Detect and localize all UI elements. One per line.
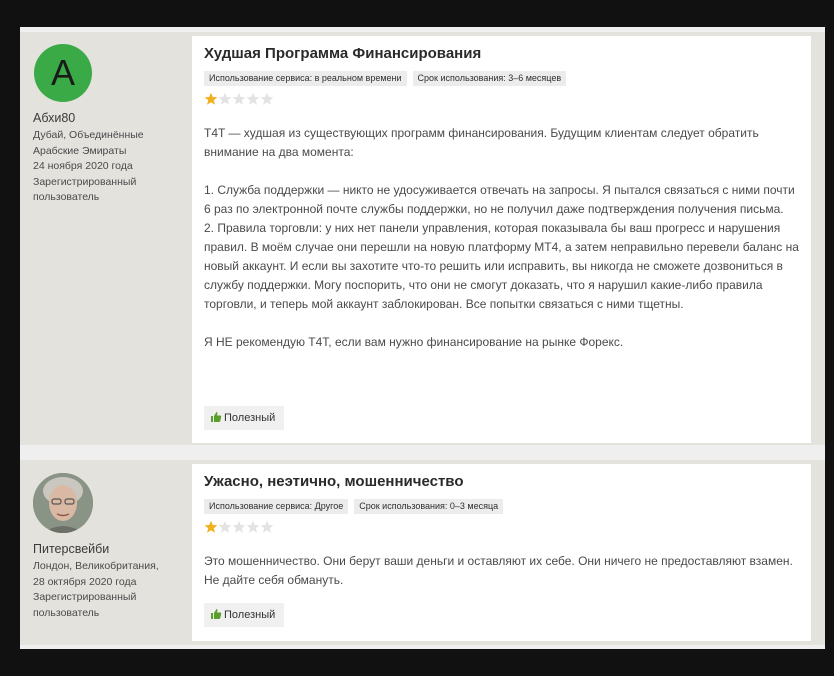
reviewer-name[interactable]: Питерсвейби	[33, 542, 109, 556]
star-empty-icon	[232, 520, 246, 533]
star-empty-icon	[232, 92, 246, 105]
reviewer-meta: Лондон, Великобритания, 28 октября 2020 …	[33, 559, 183, 621]
reviewer-name[interactable]: Абхи80	[33, 111, 75, 125]
star-filled-icon	[204, 520, 218, 533]
review-paragraph: Я НЕ рекомендую T4T, если вам нужно фина…	[204, 335, 624, 349]
reviewer-sidebar: Питерсвейби Лондон, Великобритания, 28 о…	[20, 460, 192, 645]
review-card: Худшая Программа Финансирования Использо…	[192, 36, 811, 443]
review-paragraph: 2. Правила торговли: у них нет панели уп…	[204, 221, 799, 311]
review-tags: Использование сервиса: в реальном времен…	[204, 71, 572, 86]
user-photo-icon	[33, 473, 93, 533]
review-date: 24 ноября 2020 года	[33, 160, 133, 172]
star-empty-icon	[246, 520, 260, 533]
reviewer-status: Зарегистрированный пользователь	[33, 591, 137, 619]
review-separator	[20, 445, 825, 460]
reviewer-location: Дубай, Объединённые Арабские Эмираты	[33, 129, 144, 157]
review-card: Ужасно, неэтично, мошенничество Использо…	[192, 464, 811, 641]
review-title: Худшая Программа Финансирования	[204, 45, 482, 62]
reviewer-sidebar: A Абхи80 Дубай, Объединённые Арабские Эм…	[20, 32, 192, 445]
thumbs-up-icon	[211, 412, 222, 422]
review-tags: Использование сервиса: Другое Срок исполь…	[204, 499, 509, 514]
duration-tag: Срок использования: 0–3 месяца	[354, 499, 504, 514]
star-filled-icon	[204, 92, 218, 105]
review-body: Это мошенничество. Они берут ваши деньги…	[204, 552, 804, 590]
reviewer-meta: Дубай, Объединённые Арабские Эмираты 24 …	[33, 128, 183, 206]
helpful-button[interactable]: Полезный	[204, 603, 284, 627]
usage-tag: Использование сервиса: Другое	[204, 499, 349, 514]
avatar[interactable]	[33, 473, 93, 533]
star-empty-icon	[246, 92, 260, 105]
star-rating	[204, 520, 274, 534]
reviewer-location: Лондон, Великобритания,	[33, 560, 159, 572]
review-item: Питерсвейби Лондон, Великобритания, 28 о…	[20, 460, 825, 645]
review-date: 28 октября 2020 года	[33, 575, 137, 588]
review-paragraph: 1. Служба поддержки — никто не удосужива…	[204, 183, 795, 216]
reviewer-status: Зарегистрированный пользователь	[33, 175, 137, 204]
star-empty-icon	[260, 92, 274, 105]
star-empty-icon	[218, 92, 232, 105]
thumbs-up-icon	[211, 609, 222, 619]
review-paragraph: T4T — худшая из существующих программ фи…	[204, 126, 759, 159]
usage-tag: Использование сервиса: в реальном времен…	[204, 71, 407, 86]
star-rating	[204, 92, 274, 106]
review-body: T4T — худшая из существующих программ фи…	[204, 124, 804, 352]
helpful-label: Полезный	[224, 609, 276, 621]
review-title: Ужасно, неэтично, мошенничество	[204, 473, 464, 490]
star-empty-icon	[218, 520, 232, 533]
duration-tag: Срок использования: 3–6 месяцев	[412, 71, 567, 86]
helpful-label: Полезный	[224, 412, 276, 424]
avatar[interactable]: A	[34, 44, 92, 102]
review-paragraph: Это мошенничество. Они берут ваши деньги…	[204, 554, 793, 587]
star-empty-icon	[260, 520, 274, 533]
helpful-button[interactable]: Полезный	[204, 406, 284, 430]
review-item: A Абхи80 Дубай, Объединённые Арабские Эм…	[20, 32, 825, 445]
reviews-panel: A Абхи80 Дубай, Объединённые Арабские Эм…	[20, 27, 825, 649]
